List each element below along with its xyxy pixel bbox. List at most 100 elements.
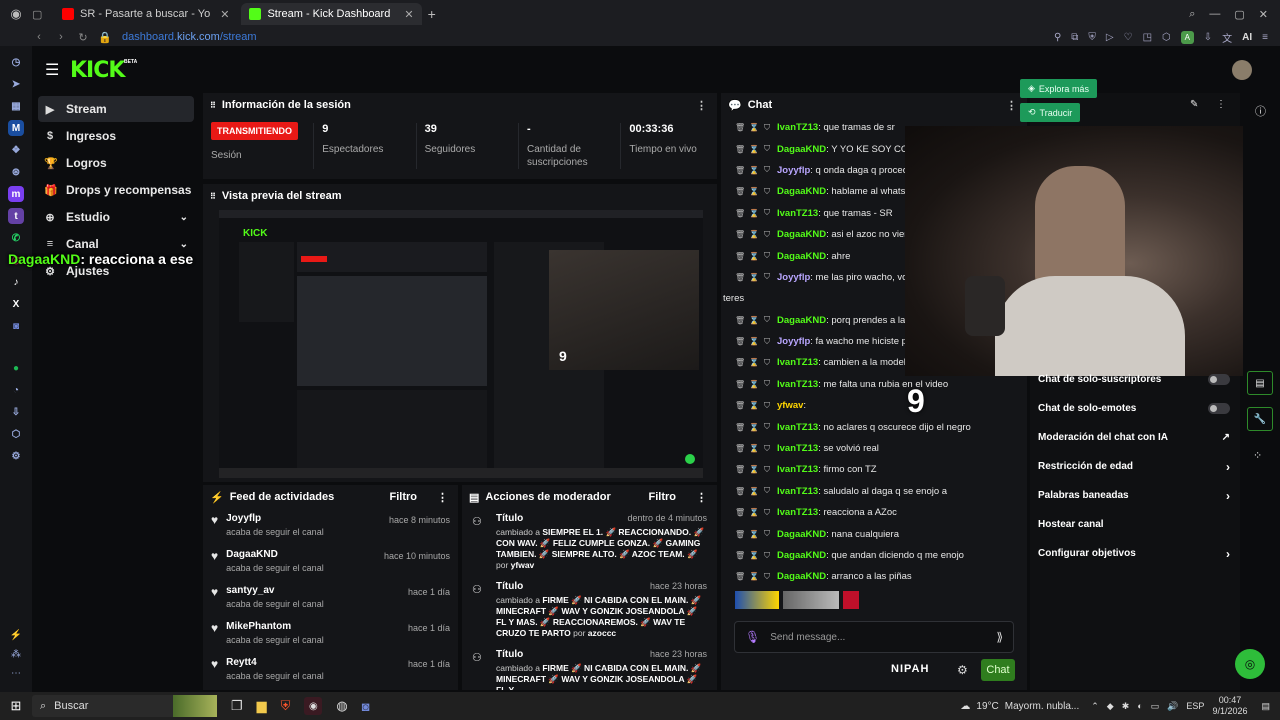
emote-icon[interactable] xyxy=(843,591,859,609)
more-options-icon[interactable]: ⋮ xyxy=(696,491,707,504)
more-options-icon[interactable]: ⋮ xyxy=(1006,99,1017,112)
mod-badge-icon[interactable]: ⛉ xyxy=(763,251,771,261)
reload-icon[interactable]: ↻ xyxy=(72,31,94,44)
mod-user[interactable]: yfwav xyxy=(511,560,535,570)
hourglass-icon[interactable]: ⌛ xyxy=(749,145,759,154)
search-icon[interactable]: ⌕ xyxy=(1189,8,1195,21)
hourglass-icon[interactable]: ⌛ xyxy=(749,423,759,432)
kick-logo[interactable]: KICK xyxy=(70,58,125,83)
layout-icon[interactable]: ▤ xyxy=(1247,371,1273,395)
discord-icon[interactable]: ◙ xyxy=(8,318,24,334)
mod-badge-icon[interactable]: ⛉ xyxy=(763,337,771,347)
hourglass-icon[interactable]: ⌛ xyxy=(749,252,759,261)
hourglass-icon[interactable]: ⌛ xyxy=(749,123,759,132)
setting-subs-only[interactable]: Chat de solo-suscriptores xyxy=(1030,365,1240,394)
feed-user[interactable]: MikePhantom xyxy=(226,621,324,632)
hourglass-icon[interactable]: ⌛ xyxy=(749,358,759,367)
more-options-icon[interactable]: ⋮ xyxy=(696,99,707,112)
mod-badge-icon[interactable]: ⛉ xyxy=(763,358,771,368)
trash-icon[interactable]: 🗑 xyxy=(735,530,745,539)
chat-username[interactable]: IvanTZ13 xyxy=(777,507,818,518)
mod-badge-icon[interactable]: ⛉ xyxy=(763,187,771,197)
windows-start-icon[interactable]: ⊞ xyxy=(0,698,32,714)
trash-icon[interactable]: 🗑 xyxy=(735,358,745,367)
extensions-icon[interactable]: ⬡ xyxy=(1162,32,1171,43)
hourglass-icon[interactable]: ⌛ xyxy=(749,230,759,239)
new-tab-button[interactable]: + xyxy=(428,6,436,22)
trash-icon[interactable]: 🗑 xyxy=(735,572,745,581)
toggle-switch[interactable] xyxy=(1208,374,1230,385)
nav-item-stream[interactable]: ▶ Stream xyxy=(38,96,194,122)
chat-username[interactable]: DagaaKND xyxy=(777,529,826,540)
download-icon[interactable]: ⇩ xyxy=(1204,32,1212,43)
bolt-icon[interactable]: ⚡ xyxy=(10,630,22,641)
task-view-icon[interactable]: ❐ xyxy=(231,698,243,714)
mail-icon[interactable]: M xyxy=(8,120,24,136)
mod-badge-icon[interactable]: ⛉ xyxy=(763,572,771,582)
emote-icon[interactable] xyxy=(735,591,779,609)
chat-username[interactable]: Joyyflp xyxy=(777,272,810,283)
chat-username[interactable]: IvanTZ13 xyxy=(777,422,818,433)
send-icon[interactable]: ➤ xyxy=(8,76,24,92)
drag-handle-icon[interactable]: ⠿ xyxy=(210,192,216,201)
trash-icon[interactable]: 🗑 xyxy=(735,337,745,346)
more-options-icon[interactable]: ⋮ xyxy=(437,491,448,504)
setting-age-restriction[interactable]: Restricción de edad › xyxy=(1030,452,1240,481)
chat-username[interactable]: DagaaKND xyxy=(777,315,826,326)
drag-handle-icon[interactable]: ⠿ xyxy=(210,101,216,110)
downloads-icon[interactable]: ⇩ xyxy=(8,404,24,420)
trash-icon[interactable]: 🗑 xyxy=(735,401,745,410)
trash-icon[interactable]: 🗑 xyxy=(735,444,745,453)
hourglass-icon[interactable]: ⌛ xyxy=(749,572,759,581)
trash-icon[interactable]: 🗑 xyxy=(735,487,745,496)
hourglass-icon[interactable]: ⌛ xyxy=(749,508,759,517)
minimize-icon[interactable]: — xyxy=(1209,8,1220,21)
chat-username[interactable]: IvanTZ13 xyxy=(777,122,818,133)
chat-username[interactable]: IvanTZ13 xyxy=(777,208,818,219)
mod-badge-icon[interactable]: ⛉ xyxy=(763,486,771,496)
toggle-switch[interactable] xyxy=(1208,403,1230,414)
close-window-icon[interactable]: ✕ xyxy=(1259,8,1268,21)
hourglass-icon[interactable]: ⌛ xyxy=(749,465,759,474)
setting-banned-words[interactable]: Palabras baneadas › xyxy=(1030,481,1240,510)
mod-badge-icon[interactable]: ⛉ xyxy=(763,123,771,133)
mic-icon[interactable]: 🎙 xyxy=(745,630,760,644)
menu-icon[interactable]: ≡ xyxy=(1262,32,1268,43)
trash-icon[interactable]: 🗑 xyxy=(735,209,745,218)
tiktok-icon[interactable]: ♪ xyxy=(8,274,24,290)
chat-settings-icon[interactable]: ⚙ xyxy=(957,663,968,677)
chat-username[interactable]: DagaaKND xyxy=(777,550,826,561)
info-icon[interactable]: ⓘ xyxy=(1255,103,1266,119)
setting-emotes-only[interactable]: Chat de solo-emotes xyxy=(1030,394,1240,423)
hourglass-icon[interactable]: ⌛ xyxy=(749,209,759,218)
tab-groups-icon[interactable]: ▢ xyxy=(32,8,54,21)
ai-icon[interactable]: AI xyxy=(1242,32,1252,43)
hourglass-icon[interactable]: ⌛ xyxy=(749,166,759,175)
tray-chevron-icon[interactable]: ⌃ xyxy=(1091,701,1099,712)
browser-menu-icon[interactable]: ◉ xyxy=(0,6,32,22)
tab-youtube[interactable]: SR - Pasarte a buscar - Yo ✕ xyxy=(54,3,237,25)
nav-item-ingresos[interactable]: $ Ingresos xyxy=(38,123,194,149)
nav-item-drops[interactable]: 🎁 Drops y recompensas xyxy=(38,177,194,203)
setting-ai-moderation[interactable]: Moderación del chat con IA ↗ xyxy=(1030,423,1240,452)
mod-badge-icon[interactable]: ⛉ xyxy=(763,272,771,282)
chat-username[interactable]: IvanTZ13 xyxy=(777,443,818,454)
bluetooth-icon[interactable]: ✱ xyxy=(1122,701,1130,712)
clock[interactable]: 00:47 9/1/2026 xyxy=(1212,695,1247,717)
trash-icon[interactable]: 🗑 xyxy=(735,316,745,325)
edit-icon[interactable]: ✎ xyxy=(1190,99,1198,110)
mod-badge-icon[interactable]: ⛉ xyxy=(763,551,771,561)
language-indicator[interactable]: ESP xyxy=(1186,701,1204,711)
mod-badge-icon[interactable]: ⛉ xyxy=(763,529,771,539)
hourglass-icon[interactable]: ⌛ xyxy=(749,337,759,346)
chat-username[interactable]: IvanTZ13 xyxy=(777,464,818,475)
mod-badge-icon[interactable]: ⛉ xyxy=(763,208,771,218)
notification-icon[interactable]: ▤ xyxy=(1261,701,1270,712)
clock-icon[interactable]: ◔ xyxy=(8,382,24,398)
hourglass-icon[interactable]: ⌛ xyxy=(749,187,759,196)
hourglass-icon[interactable]: ⌛ xyxy=(749,444,759,453)
emote-picker-icon[interactable]: ⟫ xyxy=(996,630,1003,644)
trash-icon[interactable]: 🗑 xyxy=(735,465,745,474)
forward-icon[interactable]: › xyxy=(50,31,72,43)
mod-badge-icon[interactable]: ⛉ xyxy=(763,444,771,454)
